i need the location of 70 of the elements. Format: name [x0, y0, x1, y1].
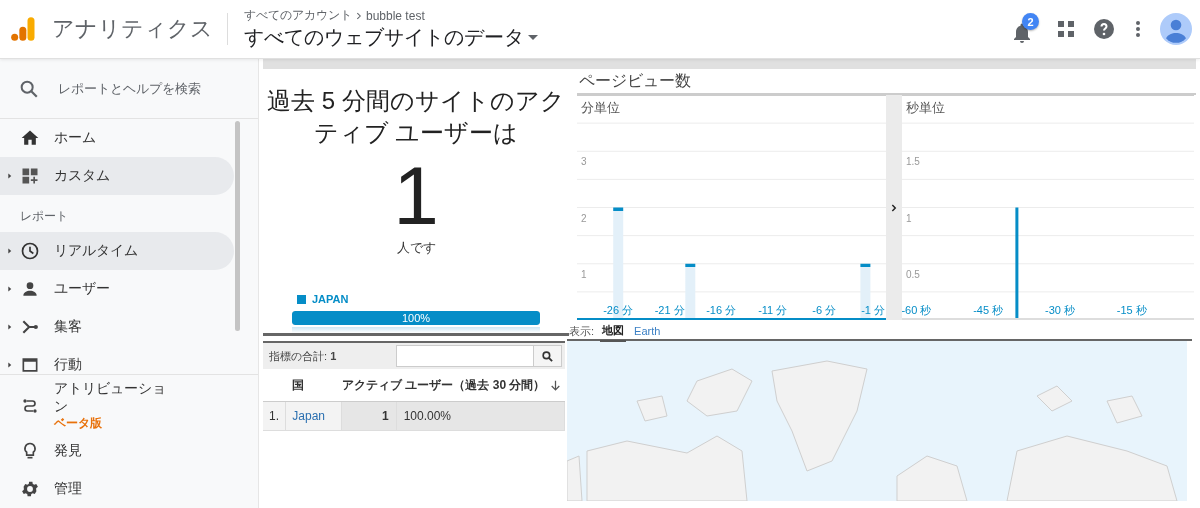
- expand-handle[interactable]: [886, 95, 902, 320]
- nav-item[interactable]: アトリビューション: [54, 379, 172, 415]
- axis-tick-label: -26 分: [603, 304, 634, 316]
- beta-label: ベータ版: [54, 415, 103, 432]
- search-button[interactable]: [533, 346, 561, 366]
- legend-label: JAPAN: [312, 293, 349, 305]
- chart-title: 秒単位: [906, 99, 945, 117]
- nav-item[interactable]: リアルタイム: [0, 232, 234, 270]
- person-icon: [20, 279, 40, 299]
- count-unit: 人です: [396, 239, 436, 257]
- notifications-button[interactable]: 2: [1010, 13, 1040, 45]
- nav-item[interactable]: 行動: [0, 346, 234, 374]
- axis-tick-label: 3: [581, 156, 587, 168]
- help-icon: [1092, 17, 1116, 41]
- search-icon: [541, 349, 554, 363]
- nav-item[interactable]: ホーム: [0, 119, 234, 157]
- axis-tick-label: -16 分: [706, 304, 737, 316]
- home-icon: [20, 128, 40, 148]
- nav-item[interactable]: ユーザー: [0, 270, 234, 308]
- table-cell: 100.00%: [396, 401, 565, 431]
- share-value: 100%: [400, 311, 432, 326]
- product-name: アナリティクス: [52, 13, 228, 45]
- axis-tick-label: -30 秒: [1045, 304, 1075, 316]
- column-header[interactable]: 国: [285, 369, 342, 402]
- axis-tick-label: 0.5: [906, 268, 920, 280]
- search-field[interactable]: レポートとヘルプを検索: [56, 80, 240, 97]
- column-header[interactable]: アクティブ ユーザー（過去 30 分間）: [341, 369, 565, 402]
- axis-tick-label: -60 秒: [902, 304, 932, 316]
- scrollbar[interactable]: [235, 121, 240, 331]
- axis-tick-label: -11 分: [758, 304, 788, 316]
- notification-badge: 2: [1022, 13, 1039, 30]
- nav-item[interactable]: 管理: [54, 480, 184, 498]
- active-user-count: 1: [393, 153, 439, 239]
- axis-tick-label: 2: [581, 212, 587, 224]
- table-search-field[interactable]: [396, 345, 562, 367]
- nav-item[interactable]: カスタム: [0, 157, 234, 195]
- chevron-right-icon: [354, 10, 364, 21]
- more-icon[interactable]: [1136, 21, 1140, 37]
- caret-down-icon: [528, 35, 538, 40]
- nav-item[interactable]: 発見: [54, 442, 184, 460]
- nav-item[interactable]: 集客: [0, 308, 234, 346]
- panel-heading: 過去 5 分間のサイトのアクティブ ユーザーは: [266, 86, 566, 148]
- metric-total: 指標の合計: 1: [269, 348, 337, 364]
- chart-title: 分単位: [581, 99, 620, 117]
- view-label: 表示:: [569, 323, 595, 339]
- breadcrumb-item[interactable]: すべてのアカウント: [244, 7, 352, 24]
- clock-icon: [20, 241, 40, 261]
- axis-tick-label: -1 分: [861, 304, 885, 316]
- window-icon: [20, 355, 40, 374]
- chart-bar: [860, 263, 871, 320]
- panel-heading: ページビュー数: [577, 69, 1196, 95]
- sort-down-arrow-icon: [548, 378, 562, 392]
- axis-tick-label: -15 秒: [1116, 304, 1147, 316]
- axis-tick-label: 1: [581, 268, 587, 280]
- dashboard-plus-icon: [20, 166, 40, 186]
- axis-tick-label: -45 秒: [973, 304, 1004, 316]
- settings-icon: [20, 479, 40, 499]
- section-label: レポート: [19, 208, 69, 225]
- avatar-icon: [1160, 13, 1192, 45]
- axis-tick-label: 1: [906, 212, 912, 224]
- analytics-logo-icon: [10, 15, 38, 43]
- chevron-right-icon: [889, 202, 899, 213]
- axis-tick-label: -6 分: [812, 304, 837, 316]
- breadcrumb-item[interactable]: bubble test: [366, 8, 425, 23]
- view-tab[interactable]: Earth: [632, 320, 663, 342]
- chart-bar: [685, 263, 696, 320]
- axis-tick-label: 1.5: [906, 156, 920, 168]
- axis-tick-label: -21 分: [654, 304, 685, 316]
- row-number: 1.: [263, 401, 286, 431]
- view-selector[interactable]: すべてのウェブサイトのデータ: [244, 24, 538, 51]
